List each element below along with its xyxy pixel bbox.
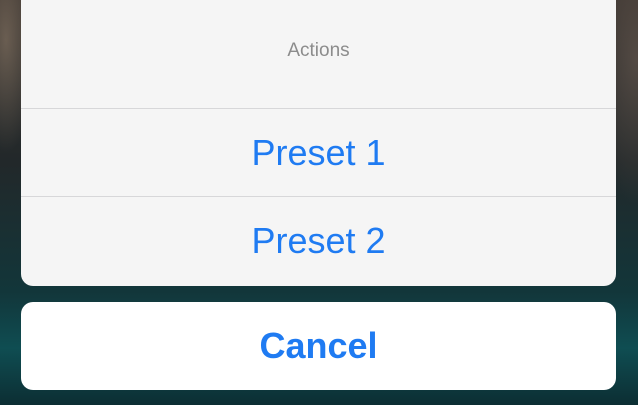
action-sheet-title: Actions xyxy=(287,40,350,61)
preset-1-option[interactable]: Preset 1 xyxy=(21,108,616,196)
preset-2-option[interactable]: Preset 2 xyxy=(21,196,616,285)
cancel-button[interactable]: Cancel xyxy=(21,302,616,390)
action-sheet: Actions Preset 1 Preset 2 xyxy=(21,0,616,286)
